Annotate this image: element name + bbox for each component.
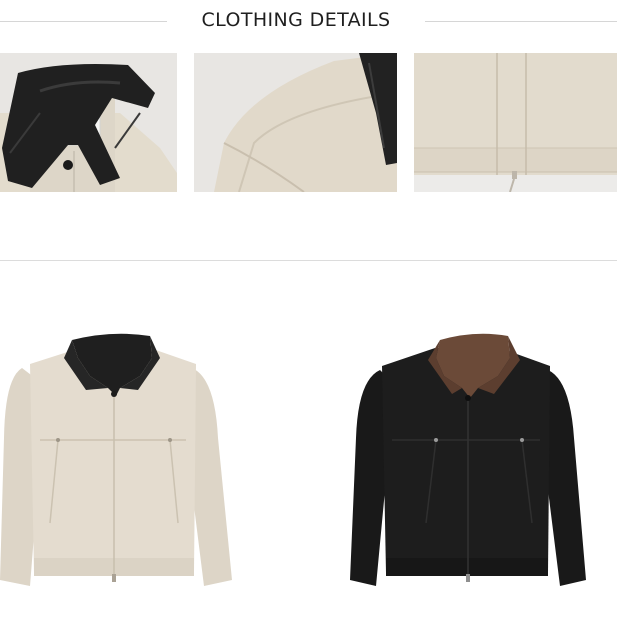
header-rule-left (0, 21, 167, 22)
section-header: CLOTHING DETAILS (0, 0, 617, 44)
section-title: CLOTHING DETAILS (201, 9, 391, 31)
section-divider (0, 260, 617, 261)
detail-image-shoulder (194, 53, 397, 192)
detail-image-zipper (414, 53, 617, 192)
product-image-beige-jacket (0, 318, 240, 616)
header-rule-right (425, 21, 617, 22)
product-image-black-jacket (340, 318, 590, 616)
detail-image-collar (0, 53, 177, 192)
